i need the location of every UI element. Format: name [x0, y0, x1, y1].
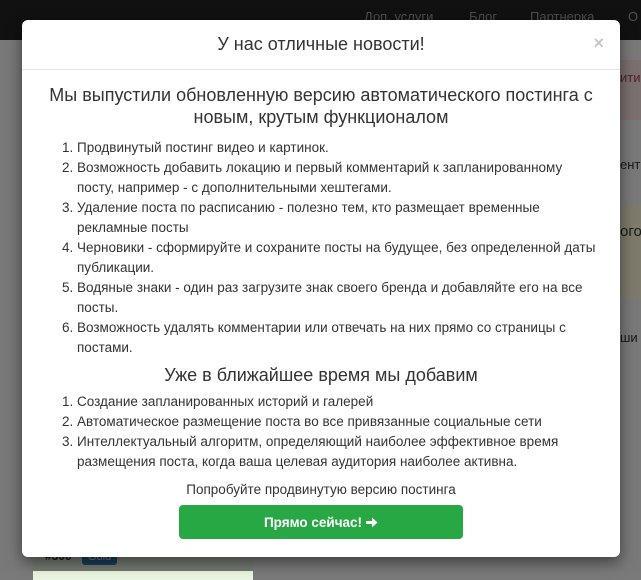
cta-prompt: Попробуйте продвинутую версию постинга — [186, 482, 456, 497]
feature-item: Возможность добавить локацию и первый ко… — [77, 158, 600, 198]
modal-title: У нас отличные новости! — [217, 34, 425, 54]
upcoming-item: Создание запланированных историй и галер… — [77, 392, 600, 412]
announcement-headline: Мы выпустили обновленную версию автомати… — [49, 85, 593, 127]
feature-item: Продвинутый постинг видео и картинок. — [77, 138, 600, 158]
upcoming-headline: Уже в ближайшее время мы добавим — [164, 365, 478, 385]
try-now-button[interactable]: Прямо сейчас! — [179, 505, 463, 539]
news-modal: У нас отличные новости! × Мы выпустили о… — [22, 20, 620, 557]
close-icon[interactable]: × — [593, 34, 604, 52]
modal-body: Мы выпустили обновленную версию автомати… — [22, 70, 620, 539]
feature-item: Удаление поста по расписанию - полезно т… — [77, 198, 600, 238]
try-now-label: Прямо сейчас! — [263, 515, 363, 530]
modal-header: У нас отличные новости! × — [22, 20, 620, 70]
upcoming-item: Автоматическое размещение поста во все п… — [77, 412, 600, 432]
feature-item: Возможность удалять комментарии или отве… — [77, 318, 600, 358]
upcoming-item: Интеллектуальный алгоритм, определяющий … — [77, 432, 600, 472]
arrow-right-icon — [366, 506, 378, 540]
feature-item: Черновики - сформируйте и сохраните пост… — [77, 238, 600, 278]
feature-item: Водяные знаки - один раз загрузите знак … — [77, 278, 600, 318]
upcoming-list: Создание запланированных историй и галер… — [42, 392, 600, 472]
feature-list: Продвинутый постинг видео и картинок. Во… — [42, 138, 600, 358]
